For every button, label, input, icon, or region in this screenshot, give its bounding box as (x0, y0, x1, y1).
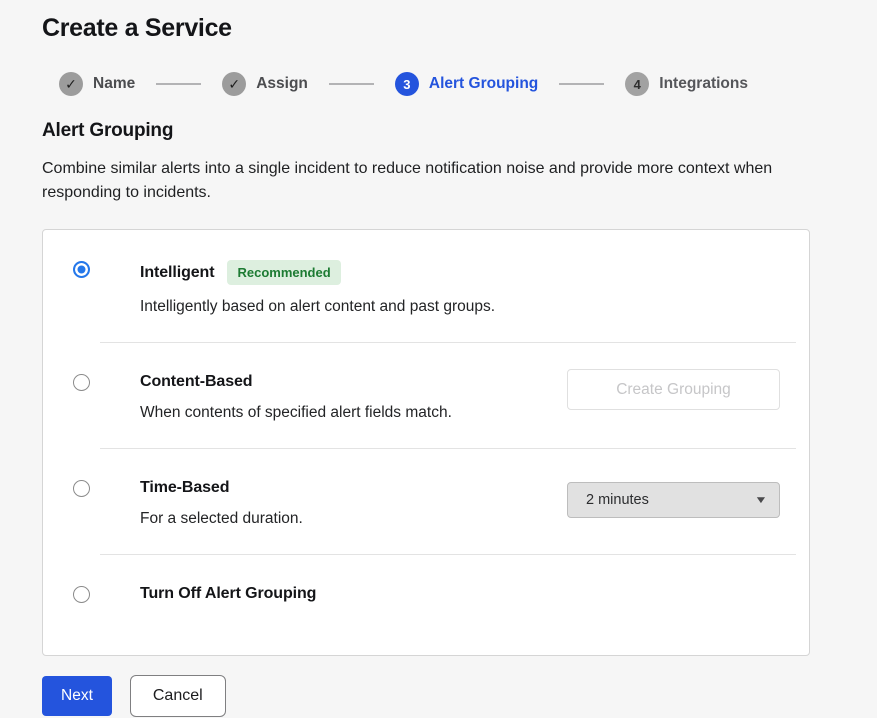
option-row-turn-off: Turn Off Alert Grouping (43, 555, 809, 655)
step-label: Assign (256, 75, 308, 93)
step-connector (559, 83, 604, 85)
option-body: Time-Based For a selected duration. (140, 479, 303, 528)
option-body: Turn Off Alert Grouping (140, 585, 316, 603)
option-description: When contents of specified alert fields … (140, 404, 452, 422)
section-heading: Alert Grouping (42, 120, 835, 142)
step-label: Integrations (659, 75, 748, 93)
option-row-time-based: Time-Based For a selected duration. 2 mi… (43, 449, 809, 554)
radio-turn-off[interactable] (73, 586, 90, 603)
option-title-row: Intelligent Recommended (140, 260, 495, 285)
duration-select-value: 2 minutes (586, 492, 649, 508)
wizard-stepper: ✓ Name ✓ Assign 3 Alert Grouping 4 Integ… (59, 72, 835, 96)
option-description: Intelligently based on alert content and… (140, 298, 495, 316)
option-title: Time-Based (140, 479, 229, 497)
section-description: Combine similar alerts into a single inc… (42, 157, 835, 205)
create-service-page: Create a Service ✓ Name ✓ Assign 3 Alert… (0, 0, 877, 717)
recommended-badge: Recommended (227, 260, 340, 285)
next-button[interactable]: Next (42, 676, 112, 716)
check-icon: ✓ (59, 72, 83, 96)
option-title-row: Time-Based (140, 479, 303, 497)
chevron-down-icon: ▼ (754, 495, 768, 506)
option-description: For a selected duration. (140, 510, 303, 528)
wizard-footer: Next Cancel (42, 675, 835, 717)
option-row-intelligent: Intelligent Recommended Intelligently ba… (43, 230, 809, 342)
option-title: Content-Based (140, 373, 252, 391)
radio-content-based[interactable] (73, 374, 90, 391)
duration-select[interactable]: 2 minutes ▼ (567, 482, 780, 518)
step-label: Alert Grouping (429, 75, 538, 93)
step-label: Name (93, 75, 135, 93)
page-title: Create a Service (42, 14, 835, 43)
radio-time-based[interactable] (73, 480, 90, 497)
create-grouping-button[interactable]: Create Grouping (567, 369, 780, 410)
step-connector (156, 83, 201, 85)
step-number-badge: 4 (625, 72, 649, 96)
step-alert-grouping[interactable]: 3 Alert Grouping (395, 72, 538, 96)
option-body: Intelligent Recommended Intelligently ba… (140, 260, 495, 316)
option-title-row: Turn Off Alert Grouping (140, 585, 316, 603)
radio-intelligent[interactable] (73, 261, 90, 278)
cancel-button[interactable]: Cancel (130, 675, 226, 717)
option-title: Intelligent (140, 264, 214, 282)
step-connector (329, 83, 374, 85)
alert-grouping-options-card: Intelligent Recommended Intelligently ba… (42, 229, 810, 656)
check-icon: ✓ (222, 72, 246, 96)
option-row-content-based: Content-Based When contents of specified… (43, 343, 809, 448)
option-title: Turn Off Alert Grouping (140, 585, 316, 603)
step-name[interactable]: ✓ Name (59, 72, 135, 96)
step-number-badge: 3 (395, 72, 419, 96)
option-body: Content-Based When contents of specified… (140, 373, 452, 422)
step-integrations[interactable]: 4 Integrations (625, 72, 748, 96)
step-assign[interactable]: ✓ Assign (222, 72, 308, 96)
option-title-row: Content-Based (140, 373, 452, 391)
